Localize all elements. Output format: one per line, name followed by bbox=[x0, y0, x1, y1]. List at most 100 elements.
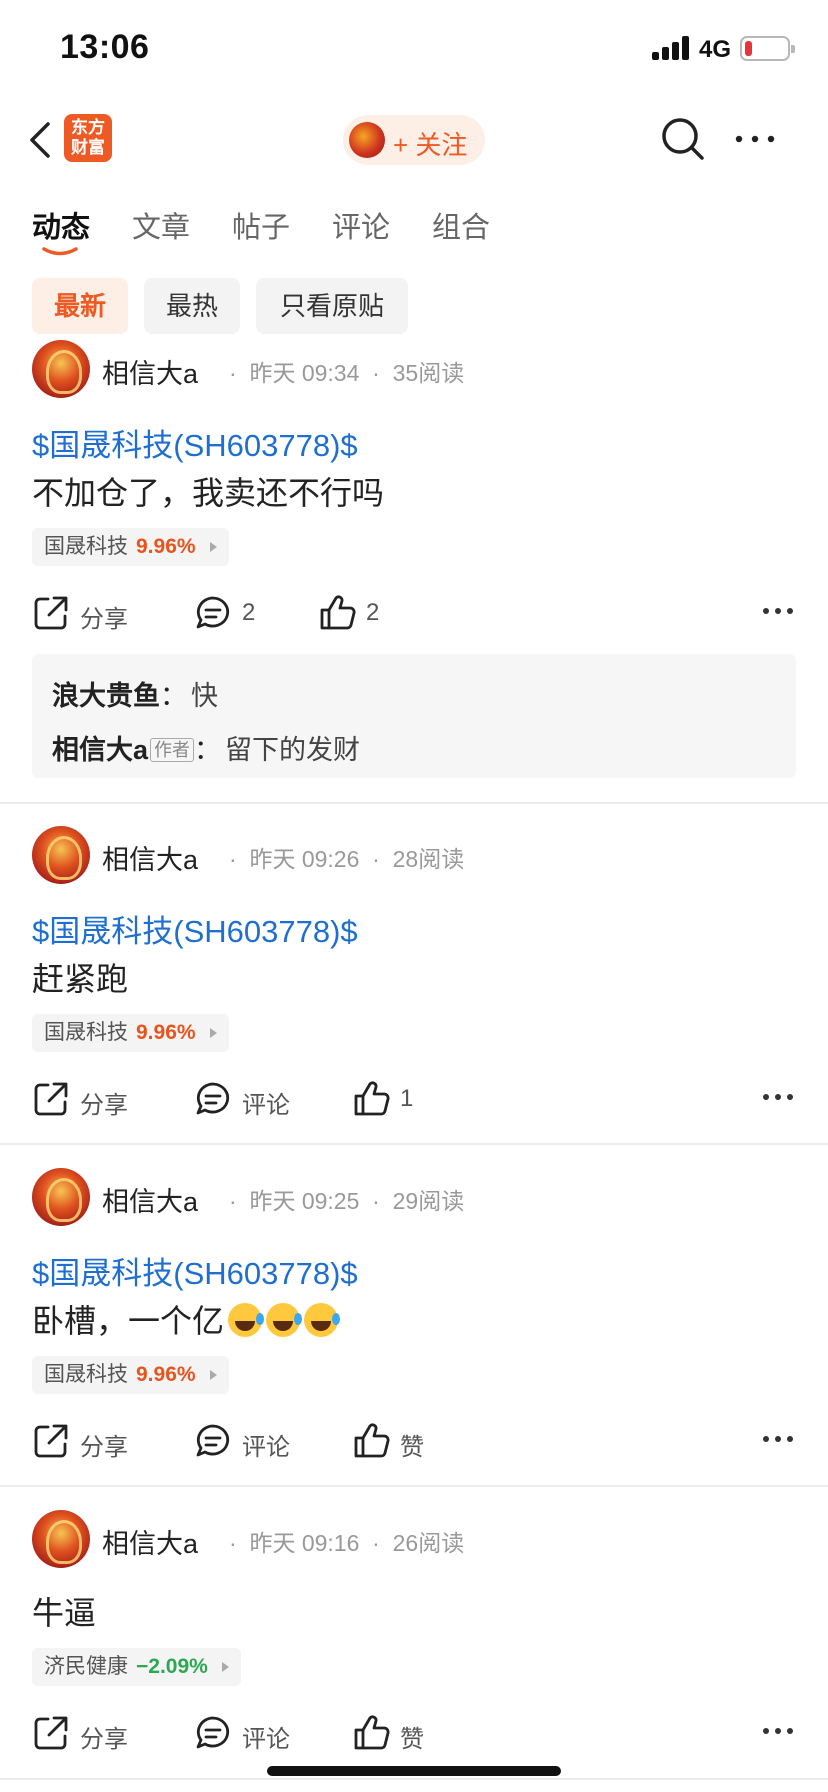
stock-tag[interactable]: 国晟科技 9.96% bbox=[32, 1014, 229, 1052]
tab-portfolio[interactable]: 组合 bbox=[432, 204, 490, 246]
filter-original-only[interactable]: 只看原贴 bbox=[256, 278, 408, 334]
post-header: 相信大a · 昨天 09:26 · 28阅读 bbox=[32, 826, 812, 886]
profile-tabs: 动态 文章 帖子 评论 组合 bbox=[0, 200, 828, 260]
tab-comments[interactable]: 评论 bbox=[332, 204, 390, 246]
post-header: 相信大a · 昨天 09:16 · 26阅读 bbox=[32, 1510, 812, 1570]
stock-tag-name: 国晟科技 bbox=[44, 1021, 128, 1044]
home-indicator bbox=[267, 1766, 561, 1776]
more-icon[interactable] bbox=[760, 1082, 796, 1112]
comment-line: 浪大贵鱼：快 bbox=[52, 674, 218, 713]
username[interactable]: 相信大a bbox=[102, 1522, 198, 1561]
share-label: 分享 bbox=[80, 606, 128, 633]
laugh-cry-emoji-icon bbox=[266, 1303, 303, 1337]
status-time: 13:06 bbox=[60, 28, 150, 66]
filter-latest[interactable]: 最新 bbox=[32, 278, 128, 334]
laugh-cry-emoji-icon bbox=[304, 1303, 341, 1337]
stock-link[interactable]: $国晟科技(SH603778)$ bbox=[32, 420, 358, 465]
like-button[interactable]: 赞 bbox=[352, 1708, 442, 1758]
post-text: 卧槽，一个亿 bbox=[32, 1296, 341, 1342]
like-label: 赞 bbox=[400, 1726, 424, 1753]
post-meta: · 昨天 09:16 · 26阅读 bbox=[229, 1530, 465, 1556]
comment-label: 评论 bbox=[242, 1092, 290, 1119]
post-text-content: 卧槽，一个亿 bbox=[32, 1303, 225, 1339]
comment-label: 评论 bbox=[242, 1726, 290, 1753]
tab-posts[interactable]: 帖子 bbox=[232, 204, 290, 246]
comment-separator: ： bbox=[194, 735, 222, 765]
comment-icon bbox=[196, 1082, 230, 1115]
share-button[interactable]: 分享 bbox=[32, 1708, 142, 1758]
divider bbox=[0, 1143, 828, 1145]
like-button[interactable]: 1 bbox=[352, 1074, 442, 1124]
battery-icon bbox=[740, 36, 795, 61]
stock-link[interactable]: $国晟科技(SH603778)$ bbox=[32, 906, 358, 951]
divider bbox=[0, 1778, 828, 1780]
like-count: 2 bbox=[366, 599, 380, 626]
comment-preview[interactable]: 浪大贵鱼：快 相信大a 作者：留下的发财 bbox=[32, 654, 796, 778]
comment-line: 相信大a 作者：留下的发财 bbox=[52, 728, 360, 767]
more-icon[interactable] bbox=[760, 596, 796, 626]
comment-text: 留下的发财 bbox=[225, 735, 361, 765]
author-badge: 作者 bbox=[150, 738, 195, 762]
comment-icon bbox=[196, 1424, 230, 1457]
divider bbox=[0, 802, 828, 804]
more-icon[interactable] bbox=[760, 1716, 796, 1746]
share-button[interactable]: 分享 bbox=[32, 1416, 142, 1466]
avatar[interactable] bbox=[32, 1168, 90, 1226]
follow-button[interactable]: + 关注 bbox=[343, 115, 485, 165]
logo-line1: 东方 bbox=[71, 118, 105, 137]
comment-author[interactable]: 相信大a bbox=[52, 735, 148, 765]
username[interactable]: 相信大a bbox=[102, 352, 198, 391]
share-icon bbox=[34, 1424, 68, 1458]
comment-count: 2 bbox=[242, 599, 256, 626]
stock-tag[interactable]: 济民健康 −2.09% bbox=[32, 1648, 241, 1686]
post-meta: · 昨天 09:34 · 35阅读 bbox=[229, 360, 465, 386]
comment-author[interactable]: 浪大贵鱼 bbox=[52, 681, 160, 711]
post-actions: 分享 评论 赞 bbox=[32, 1708, 796, 1758]
comment-button[interactable]: 评论 bbox=[194, 1708, 304, 1758]
comment-separator: ： bbox=[160, 681, 187, 711]
comment-button[interactable]: 2 bbox=[194, 588, 284, 638]
play-arrow-icon bbox=[209, 1370, 217, 1380]
share-button[interactable]: 分享 bbox=[32, 588, 142, 638]
post-header: 相信大a · 昨天 09:34 · 35阅读 bbox=[32, 340, 812, 400]
username[interactable]: 相信大a bbox=[102, 1180, 198, 1219]
stock-tag-name: 国晟科技 bbox=[44, 1363, 128, 1386]
comment-button[interactable]: 评论 bbox=[194, 1416, 304, 1466]
like-label: 赞 bbox=[400, 1434, 424, 1461]
like-button[interactable]: 赞 bbox=[352, 1416, 442, 1466]
avatar[interactable] bbox=[32, 1510, 90, 1568]
username[interactable]: 相信大a bbox=[102, 838, 198, 877]
post-meta: · 昨天 09:26 · 28阅读 bbox=[229, 846, 465, 872]
laugh-cry-emoji-icon bbox=[228, 1303, 265, 1337]
more-icon[interactable] bbox=[760, 1424, 796, 1454]
stock-link[interactable]: $国晟科技(SH603778)$ bbox=[32, 1248, 358, 1293]
stock-tag[interactable]: 国晟科技 9.96% bbox=[32, 528, 229, 566]
stock-tag-change: 9.96% bbox=[136, 1363, 196, 1386]
comment-label: 评论 bbox=[242, 1434, 290, 1461]
tab-articles[interactable]: 文章 bbox=[132, 204, 190, 246]
network-label: 4G bbox=[699, 36, 732, 63]
more-icon[interactable] bbox=[732, 126, 778, 152]
avatar bbox=[349, 122, 385, 158]
signal-icon bbox=[652, 36, 692, 60]
play-arrow-icon bbox=[221, 1662, 229, 1672]
thumbs-up-icon bbox=[320, 595, 356, 630]
tab-dynamic[interactable]: 动态 bbox=[32, 204, 90, 246]
comment-icon bbox=[196, 1716, 230, 1749]
share-button[interactable]: 分享 bbox=[32, 1074, 142, 1124]
like-button[interactable]: 2 bbox=[318, 588, 408, 638]
filter-hot[interactable]: 最热 bbox=[144, 278, 240, 334]
comment-button[interactable]: 评论 bbox=[194, 1074, 304, 1124]
stock-tag[interactable]: 国晟科技 9.96% bbox=[32, 1356, 229, 1394]
search-icon[interactable] bbox=[660, 116, 706, 162]
post-text: 赶紧跑 bbox=[32, 961, 129, 997]
filter-bar: 最新 最热 只看原贴 bbox=[0, 278, 828, 338]
avatar[interactable] bbox=[32, 340, 90, 398]
share-label: 分享 bbox=[80, 1092, 128, 1119]
avatar[interactable] bbox=[32, 826, 90, 884]
logo-line2: 财富 bbox=[71, 138, 105, 157]
post-meta: · 昨天 09:25 · 29阅读 bbox=[229, 1188, 465, 1214]
post-text: 牛逼 bbox=[32, 1595, 97, 1631]
nav-bar: 东方 财富 + 关注 bbox=[0, 100, 828, 180]
back-icon[interactable] bbox=[24, 118, 58, 162]
